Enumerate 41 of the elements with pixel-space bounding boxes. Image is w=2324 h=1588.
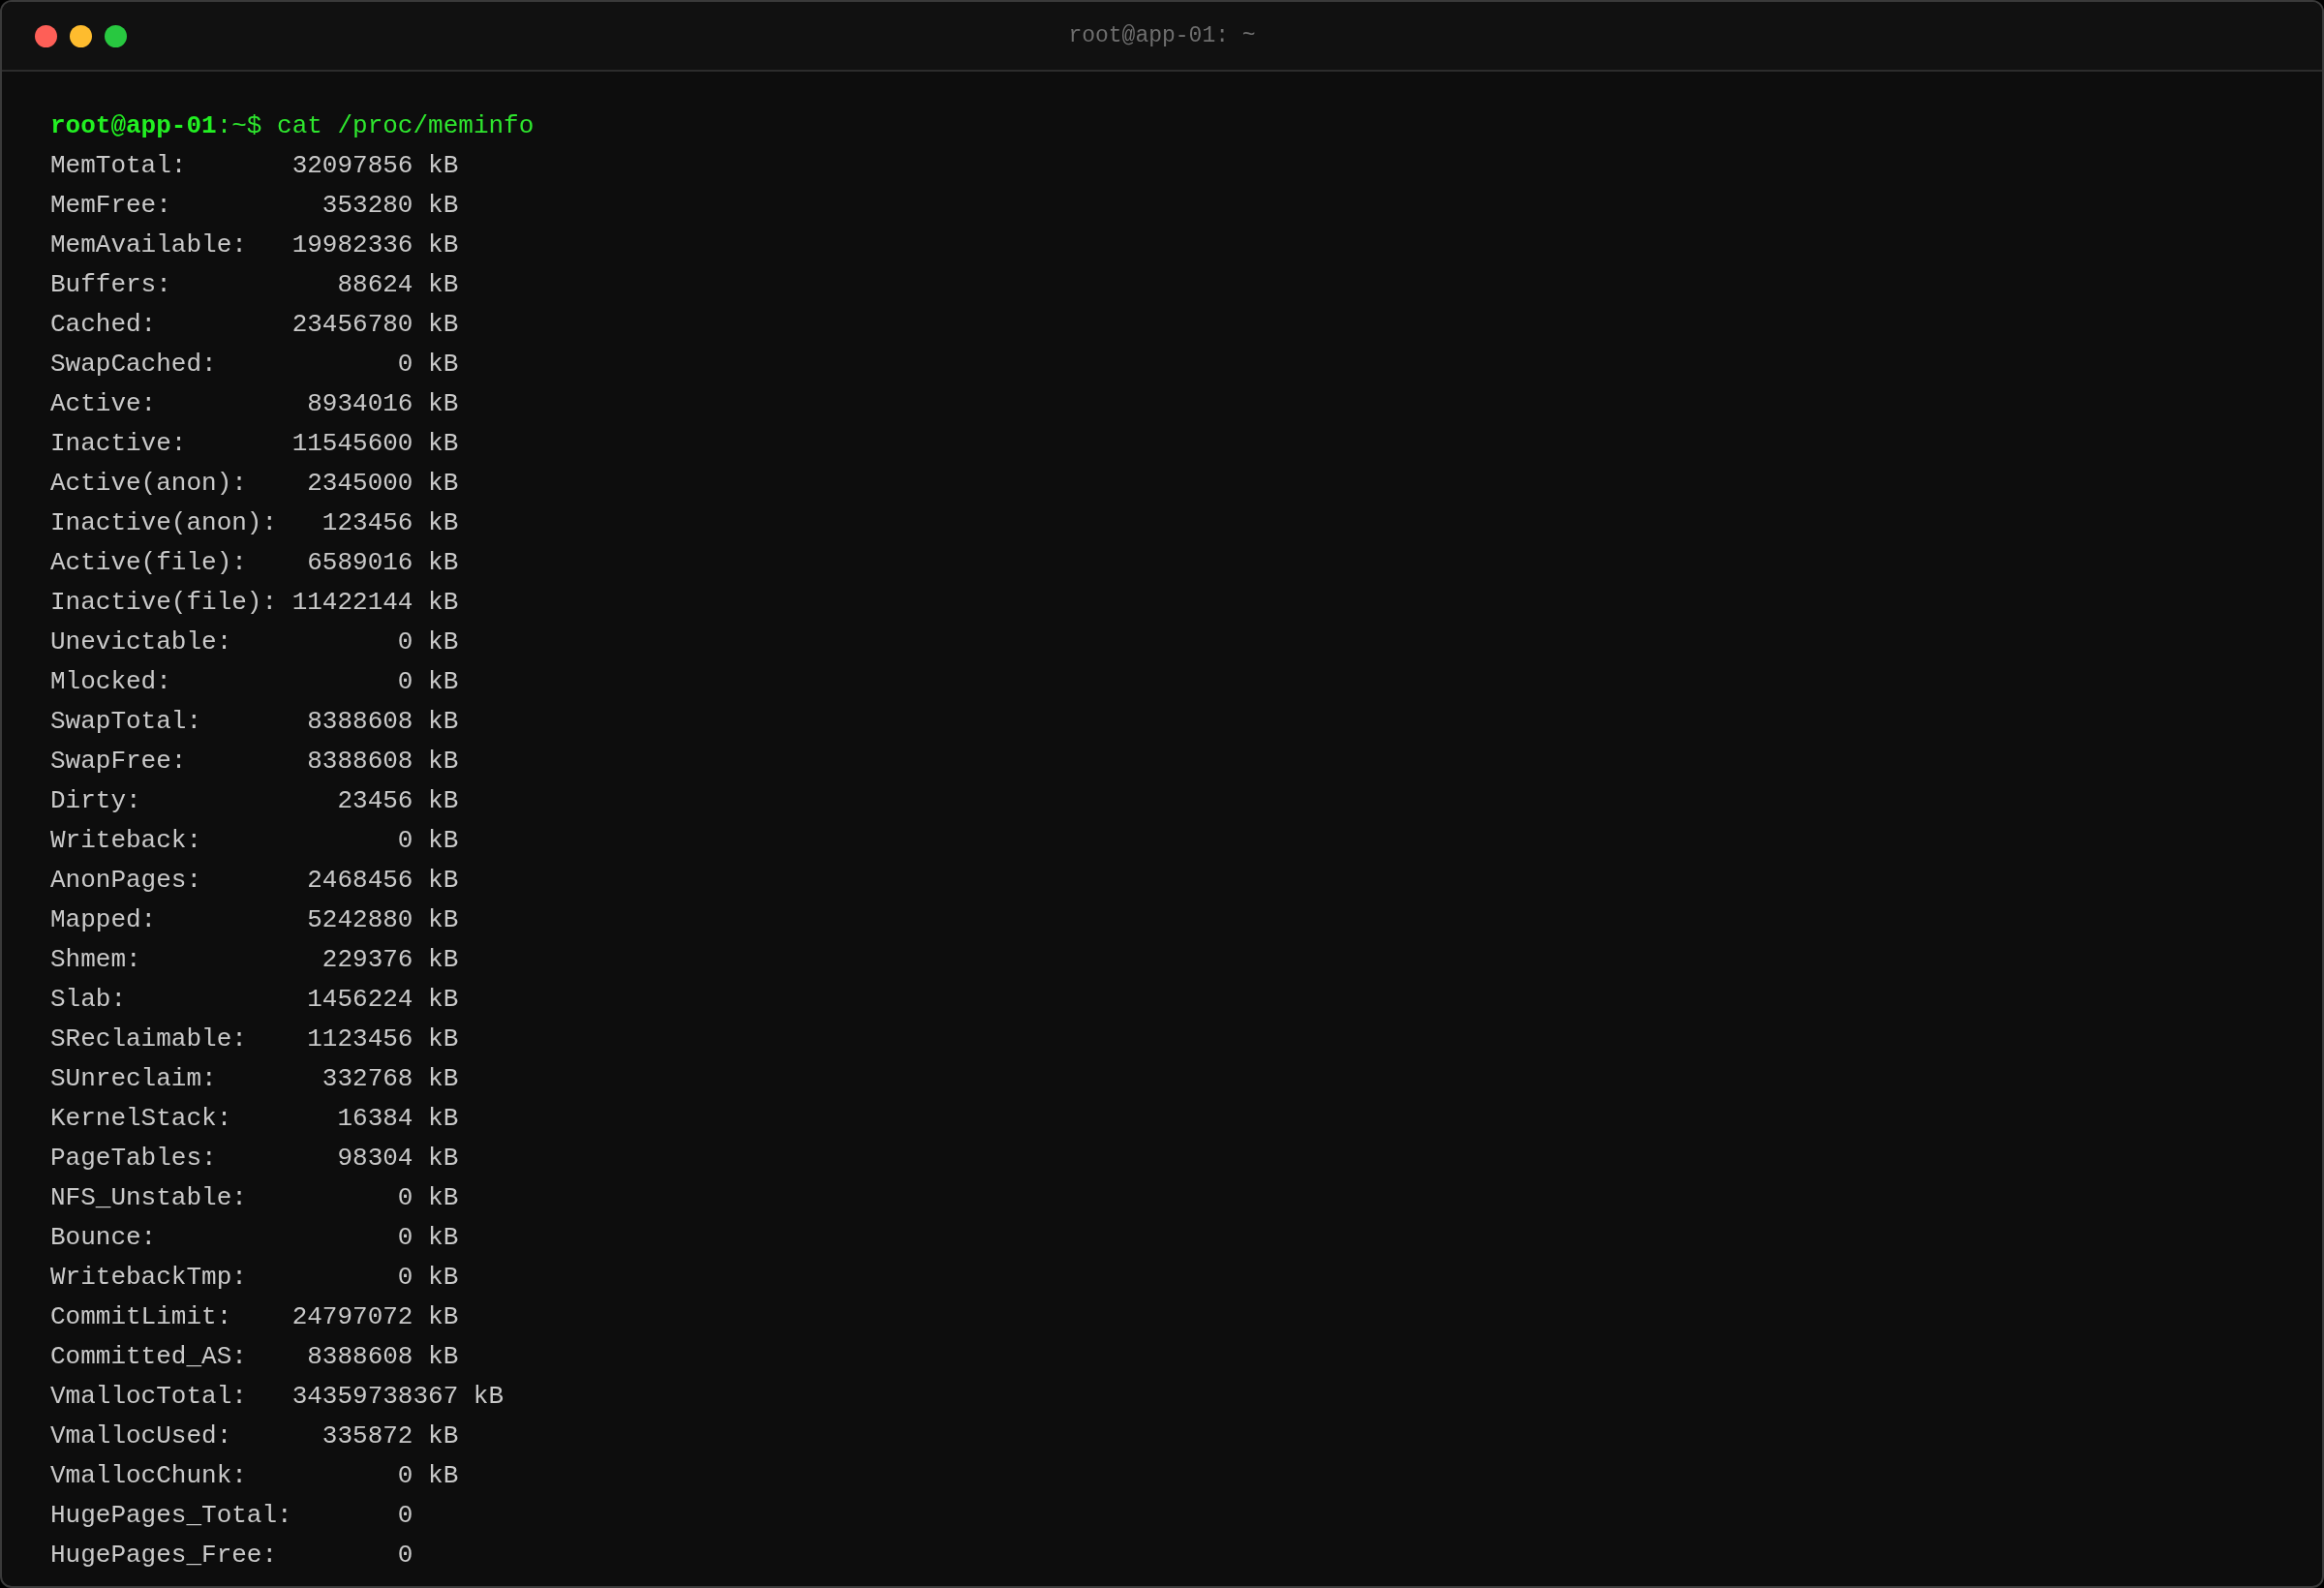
meminfo-line: Active(anon): 2345000 kB: [50, 468, 459, 500]
meminfo-line: Shmem: 229376 kB: [50, 944, 459, 976]
meminfo-line: SUnreclaim: 332768 kB: [50, 1063, 459, 1095]
close-button[interactable]: [35, 24, 57, 47]
meminfo-line: HugePages_Total: 0: [50, 1500, 413, 1532]
meminfo-line: MemFree: 353280 kB: [50, 190, 459, 222]
meminfo-line: MemAvailable: 19982336 kB: [50, 229, 459, 261]
meminfo-line: CommitLimit: 24797072 kB: [50, 1301, 459, 1333]
meminfo-line: Writeback: 0 kB: [50, 825, 459, 857]
meminfo-line: VmallocUsed: 335872 kB: [50, 1420, 459, 1452]
meminfo-line: Unevictable: 0 kB: [50, 626, 459, 658]
meminfo-line: Active: 8934016 kB: [50, 388, 459, 420]
meminfo-line: MemTotal: 32097856 kB: [50, 150, 459, 182]
meminfo-line: Dirty: 23456 kB: [50, 785, 459, 817]
window-title: root@app-01: ~: [1068, 23, 1256, 48]
meminfo-line: KernelStack: 16384 kB: [50, 1103, 459, 1135]
meminfo-line: Cached: 23456780 kB: [50, 309, 459, 341]
command-prompt: root@app-01:~$ cat /proc/meminfo: [50, 110, 535, 142]
meminfo-line: Committed_AS: 8388608 kB: [50, 1341, 459, 1373]
meminfo-line: Mapped: 5242880 kB: [50, 904, 459, 936]
meminfo-line: Inactive(file): 11422144 kB: [50, 587, 459, 619]
meminfo-line: SwapFree: 8388608 kB: [50, 746, 459, 778]
meminfo-line: Mlocked: 0 kB: [50, 666, 459, 698]
meminfo-line: SwapTotal: 8388608 kB: [50, 706, 459, 738]
meminfo-line: VmallocTotal: 34359738367 kB: [50, 1381, 505, 1413]
meminfo-line: SwapCached: 0 kB: [50, 349, 459, 381]
meminfo-line: Inactive: 11545600 kB: [50, 428, 459, 460]
meminfo-line: Inactive(anon): 123456 kB: [50, 507, 459, 539]
meminfo-line: NFS_Unstable: 0 kB: [50, 1182, 459, 1214]
meminfo-line: Buffers: 88624 kB: [50, 269, 459, 301]
meminfo-line: Slab: 1456224 kB: [50, 984, 459, 1016]
minimize-button[interactable]: [70, 24, 92, 47]
meminfo-line: Active(file): 6589016 kB: [50, 547, 459, 579]
meminfo-line: VmallocChunk: 0 kB: [50, 1460, 459, 1492]
meminfo-line: PageTables: 98304 kB: [50, 1143, 459, 1175]
meminfo-line: WritebackTmp: 0 kB: [50, 1262, 459, 1294]
meminfo-line: SReclaimable: 1123456 kB: [50, 1023, 459, 1055]
zoom-button[interactable]: [105, 24, 127, 47]
meminfo-line: HugePages_Free: 0: [50, 1540, 413, 1572]
meminfo-line: AnonPages: 2468456 kB: [50, 865, 459, 897]
meminfo-line: Bounce: 0 kB: [50, 1222, 459, 1254]
